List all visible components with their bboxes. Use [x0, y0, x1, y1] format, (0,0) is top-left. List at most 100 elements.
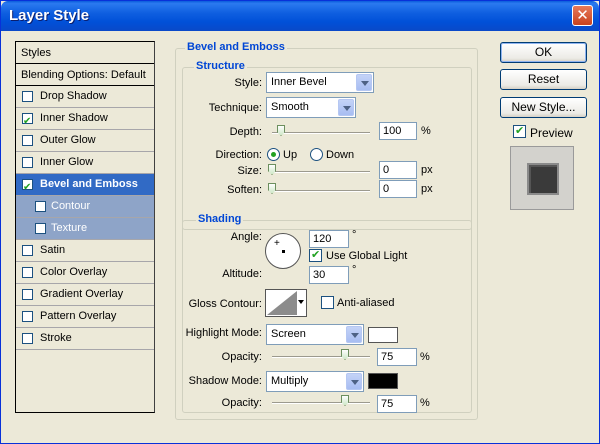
crosshair-icon: +: [274, 238, 280, 249]
style-item-inner-shadow[interactable]: Inner Shadow: [16, 108, 154, 132]
style-item-label: Inner Glow: [40, 156, 94, 168]
chevron-down-icon[interactable]: [356, 74, 372, 91]
style-checkbox[interactable]: [22, 245, 33, 256]
title-bar[interactable]: Layer Style ✕: [1, 1, 599, 31]
preview-checkbox[interactable]: [513, 124, 526, 138]
new-style-button[interactable]: New Style...: [500, 97, 587, 118]
style-item-label: Color Overlay: [40, 266, 108, 278]
shadow-color-swatch[interactable]: [368, 373, 398, 389]
style-checkbox[interactable]: [22, 91, 33, 102]
style-item-stroke[interactable]: Stroke: [16, 328, 154, 350]
style-checkbox[interactable]: [35, 201, 46, 212]
style-item-label: Bevel and Emboss: [40, 178, 138, 190]
style-item-label: Contour: [51, 200, 91, 212]
style-checkbox[interactable]: [22, 135, 33, 146]
style-item-outer-glow[interactable]: Outer Glow: [16, 130, 154, 152]
direction-label: Direction:: [215, 149, 262, 161]
style-checkbox[interactable]: [35, 223, 46, 234]
soften-unit: px: [421, 183, 433, 195]
preview-label[interactable]: Preview: [530, 126, 573, 140]
style-item-contour[interactable]: Contour: [16, 196, 154, 218]
style-item-bevel-and-emboss[interactable]: Bevel and Emboss: [16, 174, 154, 198]
direction-up-radio[interactable]: [267, 148, 280, 161]
style-item-label: Pattern Overlay: [40, 310, 117, 322]
chevron-down-icon[interactable]: [346, 373, 362, 390]
ok-button[interactable]: OK: [500, 42, 587, 63]
style-checkbox[interactable]: [22, 177, 33, 198]
chevron-down-icon[interactable]: [346, 326, 362, 343]
style-checkbox[interactable]: [22, 311, 33, 322]
shadow-opacity-input[interactable]: 75: [377, 395, 417, 413]
close-icon[interactable]: ✕: [572, 5, 593, 26]
style-item-inner-glow[interactable]: Inner Glow: [16, 152, 154, 174]
window-title: Layer Style: [9, 7, 90, 24]
depth-label: Depth:: [229, 126, 262, 138]
style-item-label: Satin: [40, 244, 66, 256]
highlight-mode-select[interactable]: Screen: [266, 324, 364, 345]
style-label: Style:: [234, 77, 262, 89]
chevron-down-icon[interactable]: [298, 300, 304, 304]
structure-title: Structure: [194, 60, 247, 72]
style-select[interactable]: Inner Bevel: [266, 72, 374, 93]
style-item-pattern-overlay[interactable]: Pattern Overlay: [16, 306, 154, 328]
layer-style-window: Layer Style ✕ Styles Blending Options: D…: [0, 0, 600, 444]
angle-label: Angle:: [230, 231, 262, 243]
style-item-satin[interactable]: Satin: [16, 240, 154, 262]
shading-title: Shading: [196, 213, 244, 225]
soften-slider-track[interactable]: [272, 190, 370, 192]
size-slider-track[interactable]: [272, 171, 370, 173]
highlight-mode-value: Screen: [271, 328, 306, 340]
soften-label: Soften:: [227, 184, 262, 196]
altitude-input[interactable]: 30: [309, 266, 349, 284]
style-checkbox[interactable]: [22, 289, 33, 300]
blending-options-item[interactable]: Blending Options: Default: [16, 64, 154, 86]
direction-down-radio[interactable]: [310, 148, 323, 161]
bevel-emboss-title: Bevel and Emboss: [185, 41, 287, 53]
styles-header[interactable]: Styles: [16, 42, 154, 64]
style-item-label: Texture: [51, 222, 88, 234]
shadow-mode-select[interactable]: Multiply: [266, 371, 364, 392]
styles-list: Styles Blending Options: Default Drop Sh…: [15, 41, 155, 413]
chevron-down-icon[interactable]: [338, 99, 354, 116]
dialog-body: Styles Blending Options: Default Drop Sh…: [4, 31, 596, 441]
size-input[interactable]: 0: [379, 161, 417, 179]
shadow-mode-label: Shadow Mode:: [188, 375, 262, 387]
use-global-light-label[interactable]: Use Global Light: [326, 250, 407, 262]
altitude-unit: °: [352, 264, 357, 276]
style-checkbox[interactable]: [22, 267, 33, 278]
preview-swatch: [527, 163, 559, 195]
style-item-color-overlay[interactable]: Color Overlay: [16, 262, 154, 284]
angle-dial[interactable]: +: [265, 233, 301, 269]
highlight-opacity-input[interactable]: 75: [377, 348, 417, 366]
use-global-light-checkbox[interactable]: [309, 248, 322, 262]
angle-input[interactable]: 120: [309, 230, 349, 248]
shadow-opacity-track[interactable]: [272, 402, 370, 404]
style-item-gradient-overlay[interactable]: Gradient Overlay: [16, 284, 154, 306]
anti-aliased-label[interactable]: Anti-aliased: [337, 297, 394, 309]
highlight-opacity-track[interactable]: [272, 356, 370, 358]
style-item-label: Gradient Overlay: [40, 288, 124, 300]
direction-down-label[interactable]: Down: [326, 149, 354, 161]
style-checkbox[interactable]: [22, 111, 33, 132]
style-item-label: Inner Shadow: [40, 112, 108, 124]
highlight-color-swatch[interactable]: [368, 327, 398, 343]
depth-slider-track[interactable]: [272, 132, 370, 134]
style-checkbox[interactable]: [22, 157, 33, 168]
depth-input[interactable]: 100: [379, 122, 417, 140]
soften-input[interactable]: 0: [379, 180, 417, 198]
technique-select[interactable]: Smooth: [266, 97, 356, 118]
technique-select-value: Smooth: [271, 101, 309, 113]
style-item-texture[interactable]: Texture: [16, 218, 154, 240]
style-checkbox[interactable]: [22, 333, 33, 344]
angle-dot: [282, 250, 285, 253]
gloss-contour-label: Gloss Contour:: [188, 298, 262, 310]
size-label: Size:: [237, 165, 262, 177]
gloss-contour-picker[interactable]: [265, 289, 307, 317]
angle-unit: °: [352, 229, 357, 241]
size-unit: px: [421, 164, 433, 176]
highlight-opacity-unit: %: [420, 351, 430, 363]
reset-button[interactable]: Reset: [500, 69, 587, 90]
style-item-drop-shadow[interactable]: Drop Shadow: [16, 86, 154, 108]
direction-up-label[interactable]: Up: [283, 149, 297, 161]
anti-aliased-checkbox[interactable]: [321, 296, 334, 309]
